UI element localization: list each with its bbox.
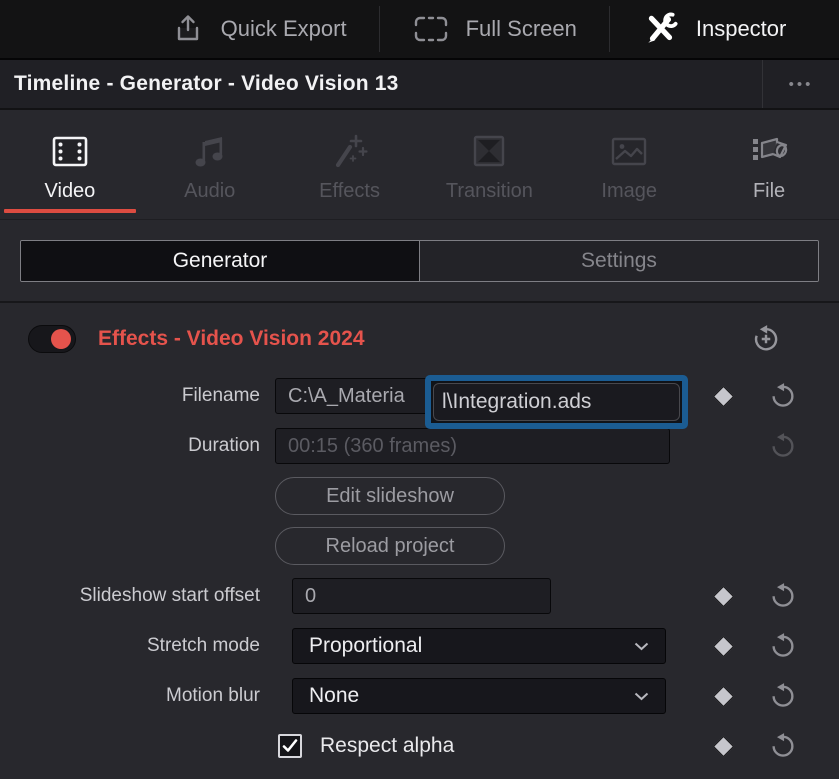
reload-project-button[interactable]: Reload project — [275, 527, 505, 565]
options-menu-button[interactable]: ••• — [763, 76, 839, 93]
hourglass-transition-icon — [469, 126, 509, 178]
edit-slideshow-row: Edit slideshow — [0, 471, 839, 521]
quick-export-button[interactable]: Quick Export — [139, 0, 379, 58]
reset-icon[interactable] — [769, 632, 797, 660]
stretch-mode-value: Proportional — [309, 634, 422, 658]
tab-file-label: File — [753, 180, 785, 203]
keyframe-diamond-icon[interactable] — [712, 585, 733, 606]
slideshow-offset-label: Slideshow start offset — [0, 585, 260, 607]
tab-image-label: Image — [601, 180, 657, 203]
reset-icon[interactable] — [769, 682, 797, 710]
camera-file-icon — [747, 126, 791, 178]
tab-transition-label: Transition — [446, 180, 533, 203]
reset-icon[interactable] — [769, 732, 797, 760]
motion-blur-row: Motion blur None — [0, 671, 839, 721]
tab-effects[interactable]: Effects — [280, 110, 420, 219]
music-note-icon — [192, 126, 228, 178]
keyframe-diamond-icon[interactable] — [712, 635, 733, 656]
subtab-section: Generator Settings — [0, 220, 839, 303]
reload-project-row: Reload project — [0, 521, 839, 571]
checkmark-icon — [282, 739, 298, 753]
stretch-mode-select[interactable]: Proportional — [292, 628, 666, 664]
filename-edit-overlay[interactable]: l\Integration.ads — [425, 375, 688, 429]
respect-alpha-row: Respect alpha — [0, 721, 839, 771]
motion-blur-label: Motion blur — [0, 685, 260, 707]
full-screen-button[interactable]: Full Screen — [380, 0, 609, 58]
reset-all-plus-icon[interactable] — [751, 324, 781, 354]
fullscreen-icon — [412, 14, 450, 44]
export-icon — [171, 12, 205, 46]
tab-image[interactable]: Image — [559, 110, 699, 219]
slideshow-offset-input[interactable]: 0 — [292, 578, 551, 614]
tab-transition[interactable]: Transition — [419, 110, 559, 219]
tab-effects-label: Effects — [319, 180, 380, 203]
parameters-panel: Effects - Video Vision 2024 Filename C:\… — [0, 303, 839, 779]
stretch-mode-row: Stretch mode Proportional — [0, 621, 839, 671]
quick-export-label: Quick Export — [221, 16, 347, 42]
filename-label: Filename — [0, 385, 260, 407]
inspector-title-bar: Timeline - Generator - Video Vision 13 •… — [0, 60, 839, 110]
edit-slideshow-button[interactable]: Edit slideshow — [275, 477, 505, 515]
active-tab-underline — [4, 209, 136, 213]
motion-blur-select[interactable]: None — [292, 678, 666, 714]
tab-video[interactable]: Video — [0, 110, 140, 219]
effects-enable-toggle[interactable] — [28, 325, 76, 353]
subtab-settings[interactable]: Settings — [419, 241, 818, 281]
tab-audio[interactable]: Audio — [140, 110, 280, 219]
top-toolbar: Quick Export Full Screen Inspector — [0, 0, 839, 60]
effects-section-title: Effects - Video Vision 2024 — [98, 327, 365, 351]
duration-input: 00:15 (360 frames) — [275, 428, 670, 464]
tab-audio-label: Audio — [184, 180, 235, 203]
reset-icon[interactable] — [769, 382, 797, 410]
toggle-knob — [51, 329, 71, 349]
duration-label: Duration — [0, 435, 260, 457]
full-screen-label: Full Screen — [466, 16, 577, 42]
inspector-icon — [642, 11, 680, 47]
keyframe-diamond-icon[interactable] — [712, 385, 733, 406]
motion-blur-value: None — [309, 684, 359, 708]
subtab-generator[interactable]: Generator — [21, 241, 419, 281]
reset-icon[interactable] — [769, 582, 797, 610]
reset-icon — [769, 432, 797, 460]
inspector-tabs: Video Audio Effects — [0, 110, 839, 220]
inspector-button[interactable]: Inspector — [610, 0, 819, 58]
filename-edit-input[interactable]: l\Integration.ads — [433, 383, 680, 421]
tab-file[interactable]: File — [699, 110, 839, 219]
respect-alpha-label: Respect alpha — [320, 734, 454, 758]
tab-video-label: Video — [45, 180, 96, 203]
film-icon — [48, 126, 92, 178]
keyframe-diamond-icon[interactable] — [712, 735, 733, 756]
stretch-mode-label: Stretch mode — [0, 635, 260, 657]
duration-row: Duration 00:15 (360 frames) — [0, 421, 839, 471]
effects-header-row: Effects - Video Vision 2024 — [0, 316, 839, 362]
chevron-down-icon — [634, 692, 649, 701]
image-icon — [608, 126, 650, 178]
magic-wand-icon — [330, 126, 370, 178]
generator-settings-switch: Generator Settings — [20, 240, 819, 282]
filename-row: Filename C:\A_Materia l\Integration.ads — [0, 371, 839, 421]
respect-alpha-checkbox[interactable] — [278, 734, 302, 758]
panel-title: Timeline - Generator - Video Vision 13 — [0, 72, 762, 96]
inspector-label: Inspector — [696, 16, 787, 42]
slideshow-offset-row: Slideshow start offset 0 — [0, 571, 839, 621]
chevron-down-icon — [634, 642, 649, 651]
keyframe-diamond-icon[interactable] — [712, 685, 733, 706]
